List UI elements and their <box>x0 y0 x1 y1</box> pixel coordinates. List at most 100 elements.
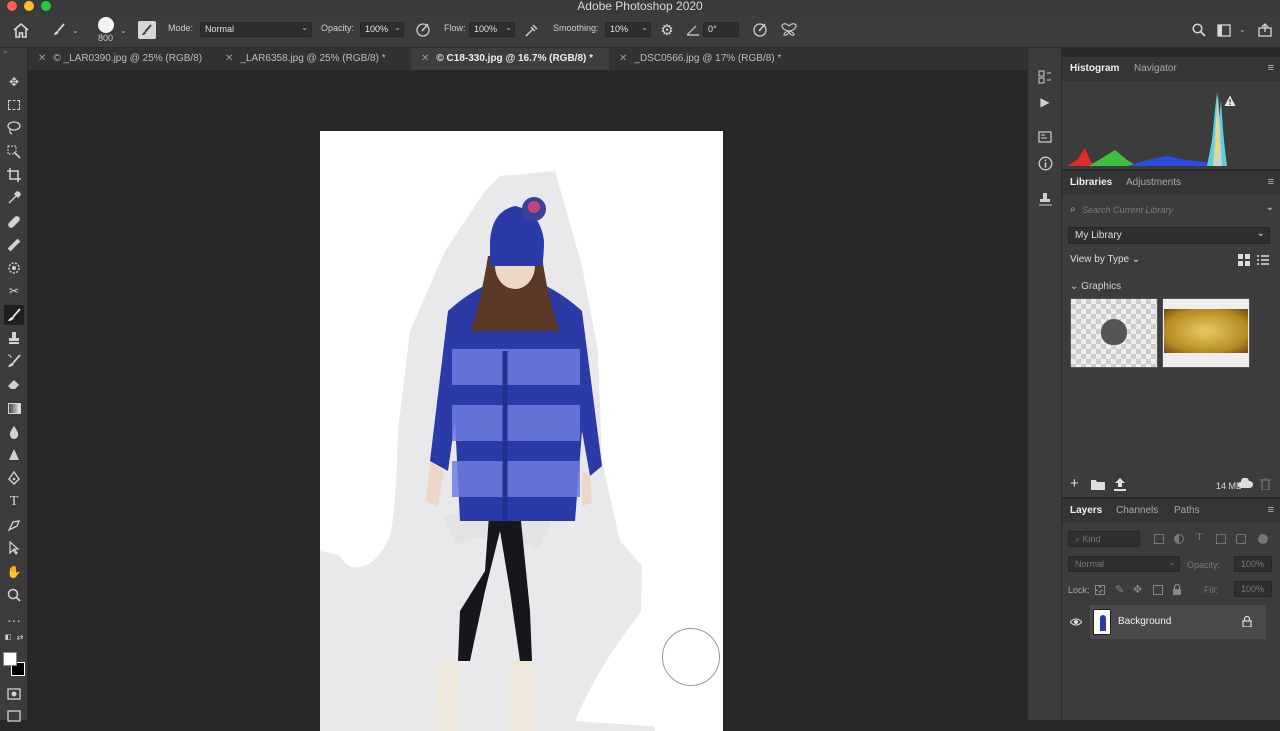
tab-document-2[interactable]: ✕ _LAR6358.jpg @ 25% (RGB/8) * <box>215 48 411 70</box>
panel-menu-icon[interactable]: ≡ <box>1268 176 1274 188</box>
foreground-color-swatch[interactable] <box>3 652 17 666</box>
grid-view-icon[interactable] <box>1238 254 1250 266</box>
brush-preset-picker[interactable] <box>98 17 114 33</box>
gear-icon[interactable]: ⚙ <box>658 21 676 39</box>
blend-mode-select[interactable]: Normal ⌄ <box>1068 556 1180 572</box>
tab-paths[interactable]: Paths <box>1174 505 1200 516</box>
panel-menu-icon[interactable]: ≡ <box>1268 504 1274 516</box>
scissors-tool-icon[interactable]: ✂ <box>4 281 24 301</box>
close-tab-icon[interactable]: ✕ <box>225 53 233 64</box>
tab-histogram[interactable]: Histogram <box>1070 63 1119 74</box>
direct-selection-arrow-icon[interactable] <box>4 538 24 558</box>
history-brush-tool-icon[interactable] <box>4 351 24 371</box>
layer-filter-select[interactable]: ⌕ Kind <box>1068 531 1140 547</box>
tab-document-4[interactable]: ✕ _DSC0566.jpg @ 17% (RGB/8) * <box>609 48 799 70</box>
dodge-tool-icon[interactable] <box>4 445 24 465</box>
panel-menu-icon[interactable]: ≡ <box>1268 62 1274 74</box>
trash-icon[interactable] <box>1260 477 1271 491</box>
folder-icon[interactable] <box>1091 479 1105 490</box>
chevron-down-icon[interactable]: ⌄ <box>72 26 79 35</box>
list-view-icon[interactable] <box>1257 254 1269 266</box>
info-icon[interactable] <box>1036 154 1054 172</box>
mode-select[interactable]: Normal ⌄ <box>200 22 312 37</box>
chevron-down-icon[interactable]: ⌄ <box>1239 25 1246 34</box>
type-tool-icon[interactable]: T <box>4 492 24 512</box>
gradient-tool-icon[interactable] <box>4 398 24 418</box>
clone-source-icon[interactable] <box>1036 190 1054 208</box>
layer-opacity-field[interactable]: 100% <box>1234 556 1272 572</box>
screen-mode-icon[interactable] <box>4 706 24 726</box>
canvas-area[interactable] <box>28 70 1027 731</box>
layer-lock-icon[interactable] <box>1242 615 1252 628</box>
library-search-field[interactable]: ⌕ Search Current Library ⌄ <box>1066 202 1276 220</box>
pressure-opacity-icon[interactable] <box>414 21 432 39</box>
symmetry-butterfly-icon[interactable] <box>780 21 798 39</box>
filter-pixel-icon[interactable] <box>1154 534 1164 544</box>
tab-channels[interactable]: Channels <box>1116 505 1158 516</box>
graphics-section-header[interactable]: ⌄ Graphics <box>1070 281 1121 292</box>
eraser-tool-icon[interactable] <box>4 374 24 394</box>
upload-icon[interactable] <box>1114 478 1126 491</box>
library-select[interactable]: My Library ⌄ <box>1068 227 1270 244</box>
pen-tool-icon[interactable] <box>4 468 24 488</box>
layer-row[interactable]: Background <box>1090 605 1266 639</box>
lock-all-icon[interactable] <box>1172 583 1182 595</box>
crop-tool-icon[interactable] <box>4 165 24 185</box>
healing-brush-tool-icon[interactable] <box>4 212 24 232</box>
filter-shape-icon[interactable] <box>1216 534 1226 544</box>
collapse-toolbar-icon[interactable]: » <box>3 47 7 56</box>
tab-navigator[interactable]: Navigator <box>1134 63 1177 74</box>
stamp-tool-icon[interactable] <box>4 328 24 348</box>
close-tab-icon[interactable]: ✕ <box>38 53 46 64</box>
tab-document-1[interactable]: ✕ © _LAR0390.jpg @ 25% (RGB/8) <box>28 48 215 70</box>
close-tab-icon[interactable]: ✕ <box>421 53 429 64</box>
lasso-tool-icon[interactable] <box>4 118 24 138</box>
document-canvas[interactable] <box>320 131 723 731</box>
properties-panel-icon[interactable] <box>1036 128 1054 146</box>
default-colors-icon[interactable]: ◧ <box>2 632 14 642</box>
graphic-thumb-texture[interactable] <box>1162 298 1250 368</box>
airbrush-icon[interactable] <box>523 21 541 39</box>
fill-field[interactable]: 100% <box>1234 581 1272 597</box>
hand-tool-icon[interactable]: ✋ <box>4 562 24 582</box>
flow-field[interactable]: 100% ⌄ <box>469 22 515 37</box>
tab-adjustments[interactable]: Adjustments <box>1126 177 1181 188</box>
brush-tool-preset-icon[interactable] <box>50 21 68 39</box>
search-icon[interactable] <box>1190 21 1208 39</box>
lock-artboard-icon[interactable] <box>1153 585 1163 595</box>
quick-mask-icon[interactable] <box>4 684 24 704</box>
path-selection-tool-icon[interactable] <box>4 515 24 535</box>
tab-layers[interactable]: Layers <box>1070 505 1102 516</box>
pressure-size-icon[interactable] <box>751 21 769 39</box>
filter-adjustment-icon[interactable] <box>1174 534 1184 544</box>
smoothing-field[interactable]: 10% ⌄ <box>605 22 651 37</box>
object-selection-tool-icon[interactable] <box>4 142 24 162</box>
lock-image-icon[interactable]: ✎ <box>1115 583 1124 596</box>
close-tab-icon[interactable]: ✕ <box>619 53 627 64</box>
workspace-icon[interactable] <box>1215 21 1233 39</box>
add-graphic-icon[interactable]: + <box>1070 476 1079 491</box>
visibility-eye-icon[interactable] <box>1069 617 1083 627</box>
opacity-field[interactable]: 100% ⌄ <box>360 22 404 37</box>
graphic-thumb-checker[interactable] <box>1070 298 1158 368</box>
history-panel-icon[interactable] <box>1036 68 1054 86</box>
filter-type-icon[interactable]: T <box>1196 531 1203 543</box>
swap-colors-icon[interactable]: ⇄ <box>14 632 26 642</box>
brush-settings-panel-icon[interactable] <box>138 21 156 39</box>
lock-position-icon[interactable]: ✥ <box>1133 583 1142 596</box>
move-tool-icon[interactable]: ✥ <box>4 72 24 92</box>
view-by-type-dropdown[interactable]: View by Type ⌄ <box>1070 254 1140 265</box>
tab-document-3-active[interactable]: ✕ © C18-330.jpg @ 16.7% (RGB/8) * <box>411 48 609 70</box>
filter-toggle-icon[interactable] <box>1258 534 1268 544</box>
more-tools-icon[interactable]: ··· <box>4 610 24 630</box>
marquee-tool-icon[interactable] <box>4 95 24 115</box>
blur-tool-icon[interactable] <box>4 422 24 442</box>
zoom-tool-icon[interactable] <box>4 585 24 605</box>
warning-icon[interactable] <box>1224 95 1236 107</box>
cloud-icon[interactable] <box>1238 477 1254 489</box>
eyedropper-tool-icon[interactable] <box>4 188 24 208</box>
brush-tool-icon[interactable] <box>4 305 24 325</box>
lock-transparent-icon[interactable] <box>1095 585 1105 595</box>
chevron-down-icon[interactable]: ⌄ <box>120 26 127 35</box>
home-icon[interactable] <box>12 21 30 39</box>
